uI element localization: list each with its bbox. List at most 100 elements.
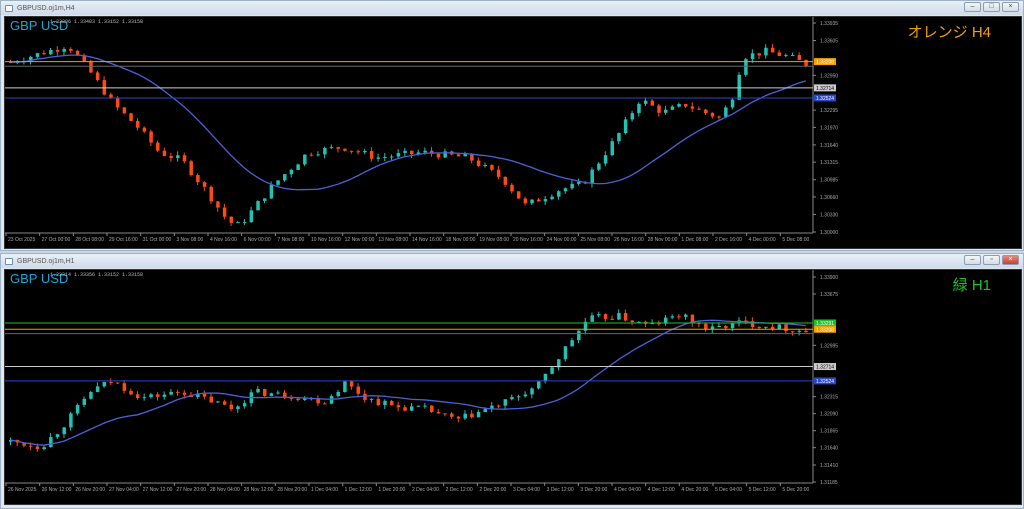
bull-candle	[162, 394, 167, 397]
h4-chart-window: GBPUSD.oj1m,H4 – □ × 1.33935 1.33605 1.32950…	[0, 0, 1024, 251]
price-label: 1.32950	[820, 73, 838, 79]
bear-candle	[443, 413, 447, 415]
bear-candle	[603, 314, 608, 319]
bear-candle	[69, 49, 73, 51]
minimize-button[interactable]: –	[964, 255, 981, 265]
bull-candle	[724, 107, 728, 117]
bear-candle	[430, 405, 434, 413]
bull-candle	[69, 413, 73, 428]
time-label: 18 Nov 00:00	[446, 237, 476, 243]
bull-candle	[262, 198, 267, 201]
bull-candle	[523, 394, 528, 397]
bull-candle	[630, 113, 635, 120]
time-label: 27 Nov 12:00	[143, 487, 173, 493]
bull-candle	[764, 47, 768, 56]
close-button[interactable]: ×	[1002, 2, 1019, 12]
bull-candle	[256, 200, 260, 211]
bear-candle	[95, 72, 100, 81]
bull-candle	[55, 434, 60, 438]
bull-candle	[750, 53, 755, 60]
bull-candle	[463, 413, 467, 419]
h1-candlestick-chart[interactable]: 1.33900 1.33675 1.32995 1.32315 1.32090 1.318…	[5, 270, 1021, 504]
time-label: 4 Dec 00:00	[749, 237, 776, 243]
time-label: 2 Dec 16:00	[715, 237, 742, 243]
bull-candle	[236, 406, 240, 410]
bear-candle	[503, 176, 508, 185]
bull-candle	[149, 394, 153, 398]
bull-candle	[764, 326, 768, 328]
bull-candle	[784, 55, 788, 57]
bear-candle	[55, 49, 60, 52]
bull-candle	[597, 163, 601, 170]
bull-candle	[242, 222, 247, 224]
bear-candle	[804, 330, 808, 333]
bull-candle	[142, 397, 147, 399]
bull-candle	[49, 49, 53, 55]
bull-candle	[543, 373, 548, 382]
bull-candle	[577, 181, 581, 184]
bear-candle	[135, 120, 140, 128]
bull-candle	[577, 330, 581, 341]
price-label: 1.30330	[820, 212, 838, 218]
restore-button[interactable]: ▫	[983, 255, 1000, 265]
price-label: 1.33605	[820, 39, 838, 45]
time-label: 26 Nov 20:00	[75, 487, 105, 493]
bull-candle	[296, 164, 300, 170]
bull-candle	[550, 367, 554, 374]
bull-candle	[283, 174, 287, 181]
time-label: 2 Dec 20:00	[479, 487, 506, 493]
bear-candle	[804, 59, 808, 67]
bear-candle	[704, 109, 708, 114]
bear-candle	[677, 316, 681, 318]
bear-candle	[189, 161, 193, 176]
bull-candle	[329, 396, 334, 404]
time-label: 2 Dec 04:00	[412, 487, 439, 493]
bear-candle	[690, 106, 695, 109]
bull-candle	[276, 392, 280, 394]
h1-chart-area[interactable]: 1.33900 1.33675 1.32995 1.32315 1.32090 1.318…	[4, 269, 1022, 505]
bull-candle	[516, 396, 521, 398]
bull-candle	[597, 314, 601, 316]
bear-candle	[456, 154, 461, 157]
bear-candle	[129, 390, 133, 395]
time-label: 1 Dec 20:00	[378, 487, 405, 493]
bear-candle	[202, 182, 207, 187]
price-label: 1.31865	[820, 429, 838, 435]
bull-candle	[289, 169, 294, 175]
close-button[interactable]: ×	[1002, 255, 1019, 265]
bull-candle	[62, 427, 66, 435]
h1-chart-window: GBPUSD.oj1m,H1 – ▫ × 1.33900 1.33675 1.32995…	[0, 253, 1024, 509]
bull-candle	[643, 100, 648, 104]
h1-titlebar[interactable]: GBPUSD.oj1m,H1 – ▫ ×	[1, 254, 1023, 268]
bull-candle	[323, 148, 327, 155]
price-level-label: 1.32524	[816, 379, 834, 385]
bull-candle	[790, 55, 795, 57]
bull-candle	[677, 104, 681, 107]
time-label: 19 Nov 08:00	[479, 237, 509, 243]
h4-chart-area[interactable]: 1.33935 1.33605 1.32950 1.32295 1.31970 1.316…	[4, 16, 1022, 249]
minimize-button[interactable]: –	[964, 2, 981, 12]
bull-candle	[369, 398, 374, 400]
bear-candle	[784, 324, 788, 332]
bear-candle	[757, 326, 762, 328]
maximize-button[interactable]: □	[983, 2, 1000, 12]
bear-candle	[623, 313, 628, 321]
bull-candle	[303, 398, 307, 401]
time-label: 26 Nov 12:00	[42, 487, 72, 493]
bear-candle	[456, 416, 461, 419]
bull-candle	[717, 326, 721, 328]
h4-candlestick-chart[interactable]: 1.33935 1.33605 1.32950 1.32295 1.31970 1.316…	[5, 17, 1021, 248]
price-label: 1.31410	[820, 463, 838, 469]
bull-candle	[557, 191, 561, 197]
bull-candle	[269, 393, 274, 396]
bear-candle	[349, 150, 354, 152]
bull-candle	[710, 326, 715, 330]
time-label: 23 Oct 2025	[8, 237, 35, 243]
price-label: 1.30000	[820, 230, 838, 236]
bear-candle	[369, 150, 374, 159]
bear-candle	[797, 55, 802, 60]
bear-candle	[176, 391, 180, 393]
time-label: 29 Oct 16:00	[109, 237, 138, 243]
bear-candle	[102, 80, 107, 95]
h4-titlebar[interactable]: GBPUSD.oj1m,H4 – □ ×	[1, 1, 1023, 15]
